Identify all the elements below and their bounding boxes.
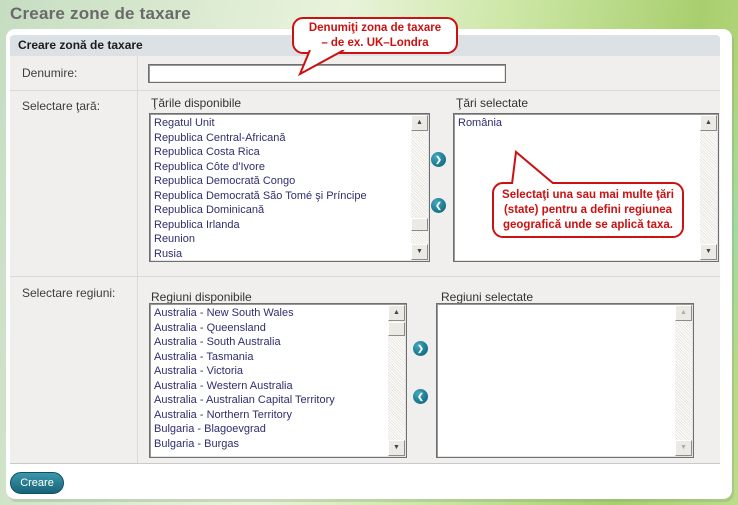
- page-title: Creare zone de taxare: [10, 4, 191, 24]
- create-tax-zone-panel: Creare zonă de taxare Denumire: Selectar…: [6, 29, 732, 499]
- column-divider: [137, 56, 138, 463]
- list-item[interactable]: Australia - Tasmania: [152, 350, 387, 365]
- list-item[interactable]: Australia - South Australia: [152, 335, 387, 350]
- country-hint-tooltip: Selectaţi una sau mai multe ţări (state)…: [492, 182, 684, 238]
- scroll-up-button[interactable]: ▲: [388, 305, 405, 321]
- tooltip-tail: [502, 150, 562, 184]
- row-divider: [10, 90, 720, 91]
- scroll-up-button: ▲: [675, 305, 692, 321]
- tooltip-tail: [296, 50, 356, 78]
- selected-regions-options: [439, 306, 674, 455]
- scroll-up-icon: ▲: [389, 306, 404, 320]
- list-item[interactable]: Republica Costa Rica: [152, 145, 410, 160]
- vertical-scrollbar[interactable]: ▲ ▼: [675, 305, 692, 456]
- list-item[interactable]: Reunion: [152, 232, 410, 247]
- country-hint-line1: Selectaţi una sau mai multe ţări: [494, 188, 682, 203]
- list-item[interactable]: Republica Côte d'Ivore: [152, 160, 410, 175]
- available-regions-label: Regiuni disponibile: [151, 290, 252, 304]
- list-item[interactable]: Australia - Victoria: [152, 364, 387, 379]
- scroll-down-icon: ▼: [701, 245, 716, 259]
- tax-zone-form: Denumire: Selectare ţară: Ţările disponi…: [10, 56, 720, 464]
- scrollbar-thumb[interactable]: [411, 218, 428, 231]
- country-hint-line3: geografică unde se aplică taxa.: [494, 218, 682, 233]
- vertical-scrollbar[interactable]: ▲ ▼: [388, 305, 405, 456]
- list-item[interactable]: Republica Democrată Congo: [152, 174, 410, 189]
- scroll-up-button[interactable]: ▲: [700, 115, 717, 131]
- selected-countries-label: Ţări selectate: [456, 96, 528, 110]
- selected-regions-label: Regiuni selectate: [441, 290, 533, 304]
- country-row-label: Selectare ţară:: [22, 99, 100, 113]
- name-hint-tooltip: Denumiţi zona de taxare – de ex. UK–Lond…: [292, 17, 458, 54]
- scroll-down-button[interactable]: ▼: [388, 440, 405, 456]
- list-item[interactable]: Australia - Queensland: [152, 321, 387, 336]
- scroll-up-button[interactable]: ▲: [411, 115, 428, 131]
- list-item[interactable]: Australia - New South Wales: [152, 306, 387, 321]
- list-item[interactable]: Australia - Australian Capital Territory: [152, 393, 387, 408]
- name-label: Denumire:: [22, 66, 77, 80]
- list-item[interactable]: Republica Central-Africană: [152, 131, 410, 146]
- scroll-up-icon: ▲: [676, 306, 691, 320]
- list-item[interactable]: Bulgaria - Blagoevgrad: [152, 422, 387, 437]
- list-item[interactable]: Australia - Northern Territory: [152, 408, 387, 423]
- scroll-down-icon: ▼: [389, 441, 404, 455]
- scroll-up-icon: ▲: [701, 116, 716, 130]
- region-row-label: Selectare regiuni:: [22, 286, 115, 300]
- name-hint-line1: Denumiţi zona de taxare: [294, 21, 456, 36]
- row-divider: [10, 276, 720, 277]
- scroll-down-button: ▼: [675, 440, 692, 456]
- list-item[interactable]: România: [456, 116, 699, 131]
- vertical-scrollbar[interactable]: ▲ ▼: [411, 115, 428, 260]
- list-item[interactable]: Republica Dominicană: [152, 203, 410, 218]
- chevron-right-icon: ❯: [431, 152, 446, 167]
- move-country-right-button[interactable]: ❯: [431, 152, 446, 167]
- available-regions-options: Australia - New South WalesAustralia - Q…: [152, 306, 387, 455]
- scroll-down-icon: ▼: [412, 245, 427, 259]
- chevron-left-icon: ❮: [431, 198, 446, 213]
- name-hint-line2: – de ex. UK–Londra: [294, 36, 456, 51]
- available-countries-list[interactable]: Regatul UnitRepublica Central-AfricanăRe…: [149, 113, 430, 262]
- available-countries-options: Regatul UnitRepublica Central-AfricanăRe…: [152, 116, 410, 259]
- create-button[interactable]: Creare: [10, 472, 64, 494]
- list-item[interactable]: Republica Irlanda: [152, 218, 410, 233]
- vertical-scrollbar[interactable]: ▲ ▼: [700, 115, 717, 260]
- scroll-down-button[interactable]: ▼: [700, 244, 717, 260]
- available-countries-label: Ţările disponibile: [151, 96, 241, 110]
- available-regions-list[interactable]: Australia - New South WalesAustralia - Q…: [149, 303, 407, 458]
- list-item[interactable]: Regatul Unit: [152, 116, 410, 131]
- selected-regions-list[interactable]: ▲ ▼: [436, 303, 694, 458]
- move-region-left-button[interactable]: ❮: [413, 389, 428, 404]
- list-item[interactable]: Bulgaria - Burgas: [152, 437, 387, 452]
- chevron-right-icon: ❯: [413, 341, 428, 356]
- chevron-left-icon: ❮: [413, 389, 428, 404]
- move-country-left-button[interactable]: ❮: [431, 198, 446, 213]
- scrollbar-thumb[interactable]: [388, 322, 405, 336]
- scroll-down-icon: ▼: [676, 441, 691, 455]
- list-item[interactable]: Republica Democrată São Tomé şi Príncipe: [152, 189, 410, 204]
- scroll-up-icon: ▲: [412, 116, 427, 130]
- move-region-right-button[interactable]: ❯: [413, 341, 428, 356]
- country-hint-line2: (state) pentru a defini regiunea: [494, 203, 682, 218]
- list-item[interactable]: Australia - Western Australia: [152, 379, 387, 394]
- list-item[interactable]: Rusia: [152, 247, 410, 260]
- scroll-down-button[interactable]: ▼: [411, 244, 428, 260]
